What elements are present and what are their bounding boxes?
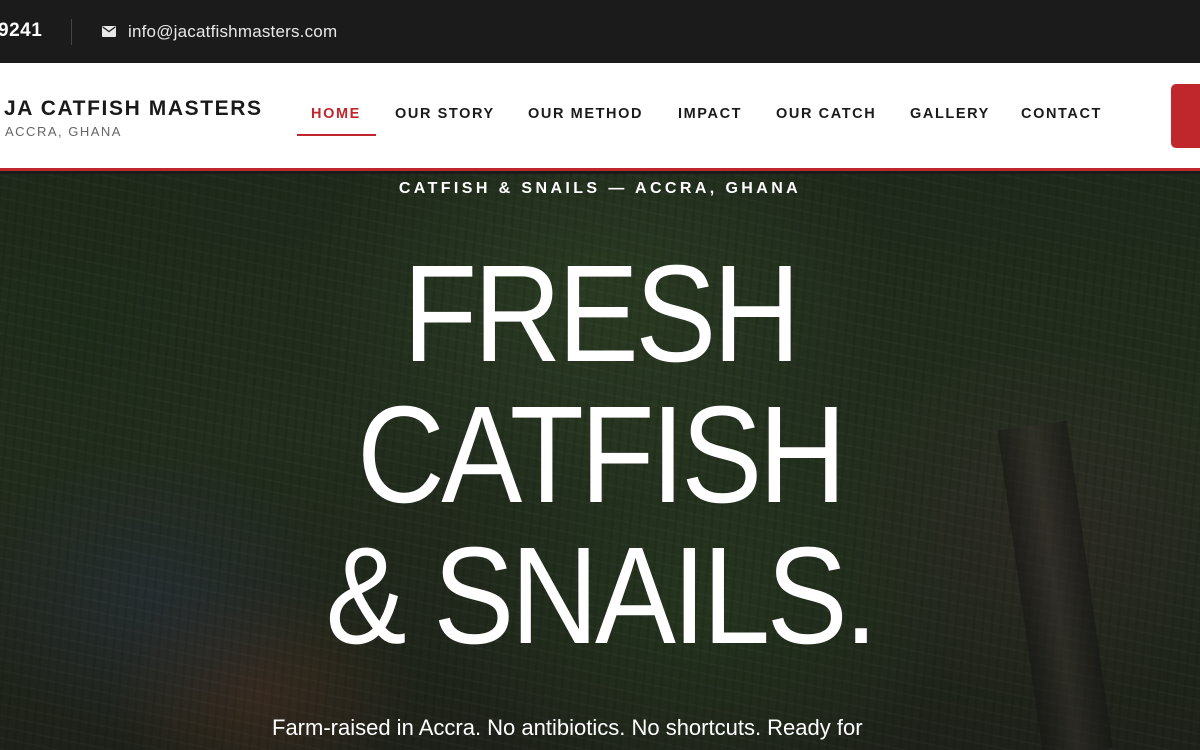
nav-our-catch[interactable]: OUR CATCH [776,106,876,122]
mail-icon [102,26,116,37]
headline-line-2: CATFISH [357,378,846,532]
email-link[interactable]: info@jacatfishmasters.com [128,22,337,42]
hero-eyebrow: CATFISH & SNAILS — ACCRA, GHANA [398,180,802,197]
nav-active-underline [297,134,376,136]
hero-section: CATFISH & SNAILS — ACCRA, GHANA FRESH CA… [0,174,1200,750]
headline-line-3: & SNAILS. [325,519,878,673]
nav-gallery[interactable]: GALLERY [910,106,990,122]
nav-our-method[interactable]: OUR METHOD [528,106,643,122]
brand-location: ACCRA, GHANA [5,124,122,139]
hero-tagline: Farm-raised in Accra. No antibiotics. No… [272,715,863,740]
nav-contact[interactable]: CONTACT [1021,106,1102,122]
header-cta-button[interactable] [1171,84,1200,148]
phone-number[interactable]: 9241 [0,20,42,42]
nav-home[interactable]: HOME [311,106,361,122]
top-contact-bar: 9241 info@jacatfishmasters.com [0,0,1200,63]
nav-impact[interactable]: IMPACT [678,106,742,122]
headline-line-1: FRESH [403,237,801,391]
topbar-divider [71,19,72,45]
site-header: JA CATFISH MASTERS ACCRA, GHANA HOME OUR… [0,63,1200,171]
nav-our-story[interactable]: OUR STORY [395,106,495,122]
brand-name[interactable]: JA CATFISH MASTERS [4,97,263,121]
hero-headline: FRESH CATFISH & SNAILS. [0,244,1200,667]
